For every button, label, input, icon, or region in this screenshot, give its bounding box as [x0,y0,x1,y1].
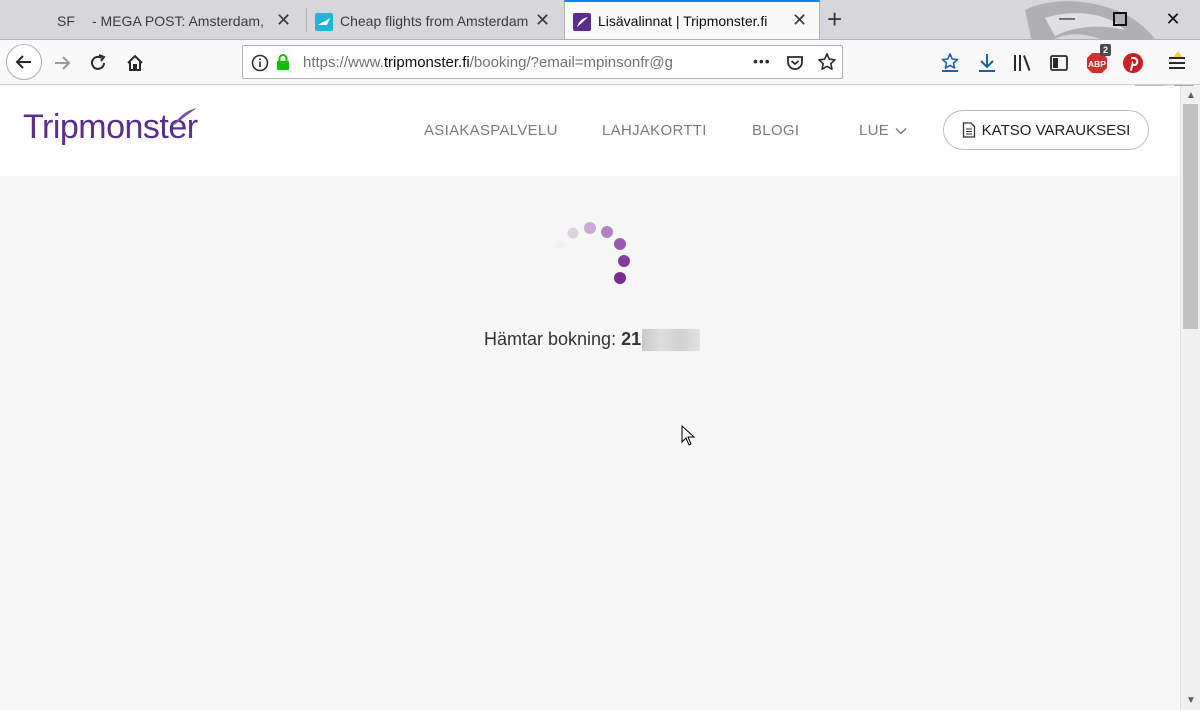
scroll-up-arrow-icon[interactable]: ▲ [1186,90,1196,101]
maximize-icon[interactable] [1105,6,1135,32]
url-path: /booking/?email=mpinsonfr@g [469,54,673,71]
nav-read-label: LUE [859,122,890,139]
url-domain: tripmonster.fi [383,54,470,71]
tab-mega-post[interactable]: SF - MEGA POST: Amsterdam, Ne ✕ [48,2,303,40]
pocket-icon[interactable] [785,53,805,73]
tab-title: Cheap flights from Amsterdam [340,13,528,29]
vertical-scrollbar[interactable]: ▲ ▼ [1180,86,1200,710]
adblock-label: ABP [1088,59,1106,69]
site-header: Tripmonster ASIAKASPALVELU LAHJAKORTTI B… [0,86,1180,176]
url-bar[interactable]: https://www.tripmonster.fi/booking/?emai… [242,45,843,79]
logo-feather-icon [173,108,197,126]
tripmonster-favicon-icon [573,13,591,31]
home-icon [127,54,143,71]
chevron-down-icon [895,124,907,138]
forward-arrow-icon [55,56,71,70]
loading-spinner-icon [555,222,630,284]
view-bookings-button[interactable]: KATSO VARAUKSESI [943,110,1149,150]
booking-number: 21 [621,329,642,349]
close-icon[interactable]: ✕ [535,11,550,29]
tab-tripmonster[interactable]: Lisävalinnat | Tripmonster.fi ✕ [564,0,820,40]
close-icon[interactable]: ✕ [276,11,291,29]
window-close-icon[interactable]: ✕ [1158,6,1188,32]
nav-gift-card[interactable]: LAHJAKORTTI [602,122,707,139]
tab-title: - MEGA POST: Amsterdam, Ne [92,13,268,29]
loading-label: Hämtar bokning: [484,329,617,349]
back-arrow-icon [15,55,31,69]
mouse-cursor-icon [681,425,696,446]
tab-strip: SF - MEGA POST: Amsterdam, Ne ✕ Cheap fl… [0,0,1200,88]
nav-blog[interactable]: BLOGI [752,122,799,139]
info-icon[interactable] [251,54,269,72]
sf-favicon-icon: SF [57,13,75,29]
reload-button[interactable] [82,47,114,79]
back-button[interactable] [6,44,42,80]
lock-icon [277,54,289,70]
document-icon [962,122,975,138]
library-icon[interactable] [1011,52,1033,74]
bookmarks-star-icon[interactable] [939,52,961,74]
scroll-down-arrow-icon[interactable]: ▼ [1186,695,1196,706]
home-button[interactable] [119,47,151,79]
page-actions-icon[interactable]: ••• [753,53,771,69]
reload-icon [91,54,106,70]
download-icon[interactable] [976,52,998,74]
tab-cheap-flights[interactable]: Cheap flights from Amsterdam ✕ [307,2,562,40]
new-tab-plus-icon[interactable]: + [827,6,842,32]
menu-icon[interactable] [1166,52,1188,74]
page-content: Tripmonster ASIAKASPALVELU LAHJAKORTTI B… [0,86,1180,710]
nav-read-dropdown[interactable]: LUE [859,122,907,139]
navigation-toolbar: https://www.tripmonster.fi/booking/?emai… [0,40,1200,85]
redacted-booking-number [642,329,701,352]
adblock-count-badge: 2 [1100,44,1112,56]
flight-favicon-icon [315,13,333,31]
nav-customer-service[interactable]: ASIAKASPALVELU [424,122,558,139]
pinterest-icon[interactable] [1121,51,1145,75]
view-bookings-label: KATSO VARAUKSESI [981,121,1131,139]
minimize-icon[interactable]: — [1052,6,1082,32]
forward-button[interactable] [46,47,78,79]
close-icon[interactable]: ✕ [792,11,807,29]
star-icon[interactable] [817,52,837,72]
url-text[interactable]: https://www.tripmonster.fi/booking/?emai… [303,54,713,71]
loading-booking-text: Hämtar bokning: 21 [484,329,701,352]
url-prefix: https://www. [303,54,384,71]
tab-title: Lisävalinnat | Tripmonster.fi [598,13,768,29]
scrollbar-thumb[interactable] [1183,104,1198,329]
sidebar-icon[interactable] [1048,52,1070,74]
